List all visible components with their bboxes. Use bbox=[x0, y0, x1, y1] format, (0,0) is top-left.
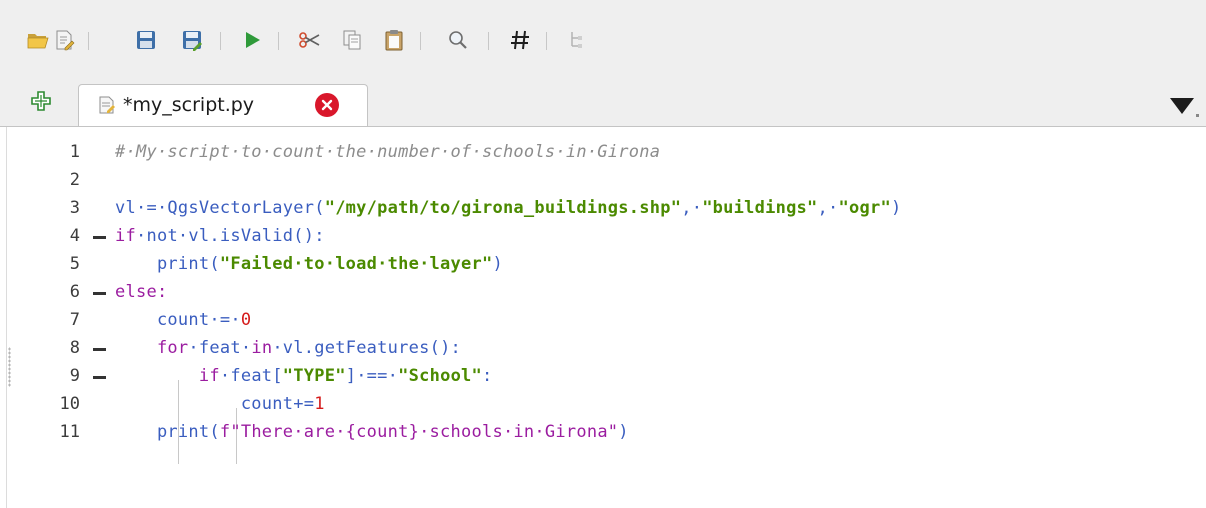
code-line: 4 if·not·vl.isValid(): bbox=[0, 222, 1206, 250]
find-button[interactable] bbox=[446, 28, 470, 52]
line-number: 11 bbox=[59, 422, 80, 442]
line-number: 3 bbox=[69, 198, 80, 218]
save-as-button[interactable] bbox=[180, 28, 204, 52]
cut-button[interactable] bbox=[298, 28, 322, 52]
line-number: 5 bbox=[69, 254, 80, 274]
toolbar-separator bbox=[546, 32, 547, 50]
toolbar-separator bbox=[488, 32, 489, 50]
tab-bar: *my_script.py bbox=[0, 80, 1206, 126]
line-number: 7 bbox=[69, 310, 80, 330]
close-tab-button[interactable] bbox=[315, 93, 339, 117]
tree-icon bbox=[571, 32, 582, 48]
code-text: vl·=·QgsVectorLayer("/my/path/to/girona_… bbox=[115, 198, 902, 218]
scissors-icon bbox=[299, 32, 320, 48]
chevron-down-icon bbox=[1170, 98, 1199, 117]
fold-marker[interactable] bbox=[93, 292, 106, 295]
new-tab-button[interactable] bbox=[30, 90, 52, 112]
toolbar-separator bbox=[88, 32, 89, 50]
code-line: 7 count·=·0 bbox=[0, 306, 1206, 334]
clipboard-icon bbox=[385, 30, 403, 51]
code-line: 3 vl·=·QgsVectorLayer("/my/path/to/giron… bbox=[0, 194, 1206, 222]
tab-label: *my_script.py bbox=[123, 94, 255, 116]
paste-button[interactable] bbox=[382, 28, 406, 52]
code-line: 2 bbox=[0, 166, 1206, 194]
code-line: 8 for·feat·in·vl.getFeatures(): bbox=[0, 334, 1206, 362]
fold-marker[interactable] bbox=[93, 376, 106, 379]
code-text: for·feat·in·vl.getFeatures(): bbox=[115, 338, 462, 358]
editor-toolbar bbox=[0, 0, 1206, 80]
magnifier-icon bbox=[449, 31, 467, 49]
code-text: #·My·script·to·count·the·number·of·schoo… bbox=[115, 142, 661, 162]
save-button[interactable] bbox=[134, 28, 158, 52]
save-as-icon bbox=[183, 31, 202, 51]
code-text: print(f"There·are·{count}·schools·in·Gir… bbox=[115, 422, 629, 442]
line-number: 1 bbox=[69, 142, 80, 162]
line-number: 6 bbox=[69, 282, 80, 302]
folder-open-icon bbox=[27, 34, 49, 49]
fold-marker[interactable] bbox=[93, 236, 106, 239]
line-number: 8 bbox=[69, 338, 80, 358]
close-icon bbox=[321, 99, 333, 111]
play-icon bbox=[246, 32, 260, 48]
code-text: if·not·vl.isValid(): bbox=[115, 226, 325, 246]
copy-icon bbox=[343, 30, 361, 50]
tab-my-script[interactable]: *my_script.py bbox=[78, 84, 368, 126]
add-tab-icon bbox=[31, 91, 51, 111]
open-in-external-editor-button[interactable] bbox=[52, 28, 76, 52]
code-line: 6 else: bbox=[0, 278, 1206, 306]
open-script-button[interactable] bbox=[26, 28, 50, 52]
code-text: count+=1 bbox=[115, 394, 325, 414]
toggle-comment-button[interactable] bbox=[508, 28, 532, 52]
hash-icon bbox=[511, 30, 529, 50]
code-line: 10 count+=1 bbox=[0, 390, 1206, 418]
run-script-button[interactable] bbox=[240, 28, 264, 52]
line-number: 10 bbox=[59, 394, 80, 414]
toolbar-separator bbox=[220, 32, 221, 50]
script-file-icon bbox=[99, 96, 115, 114]
tab-list-menu-button[interactable] bbox=[1168, 94, 1200, 118]
object-inspector-button[interactable] bbox=[566, 28, 590, 52]
fold-marker[interactable] bbox=[93, 348, 106, 351]
code-text: if·feat["TYPE"]·==·"School": bbox=[115, 366, 493, 386]
toolbar-separator bbox=[278, 32, 279, 50]
code-text: else: bbox=[115, 282, 168, 302]
code-editor[interactable]: 1 #·My·script·to·count·the·number·of·sch… bbox=[0, 126, 1206, 508]
line-number: 2 bbox=[69, 170, 80, 190]
toolbar-separator bbox=[420, 32, 421, 50]
code-line: 1 #·My·script·to·count·the·number·of·sch… bbox=[0, 138, 1206, 166]
document-edit-icon bbox=[56, 30, 75, 51]
line-number: 4 bbox=[69, 226, 80, 246]
code-line: 11 print(f"There·are·{count}·schools·in·… bbox=[0, 418, 1206, 446]
code-line: 9 if·feat["TYPE"]·==·"School": bbox=[0, 362, 1206, 390]
code-text: count·=·0 bbox=[115, 310, 252, 330]
copy-button[interactable] bbox=[340, 28, 364, 52]
code-text: print("Failed·to·load·the·layer") bbox=[115, 254, 503, 274]
code-line: 5 print("Failed·to·load·the·layer") bbox=[0, 250, 1206, 278]
line-number: 9 bbox=[69, 366, 80, 386]
save-icon bbox=[137, 31, 155, 49]
